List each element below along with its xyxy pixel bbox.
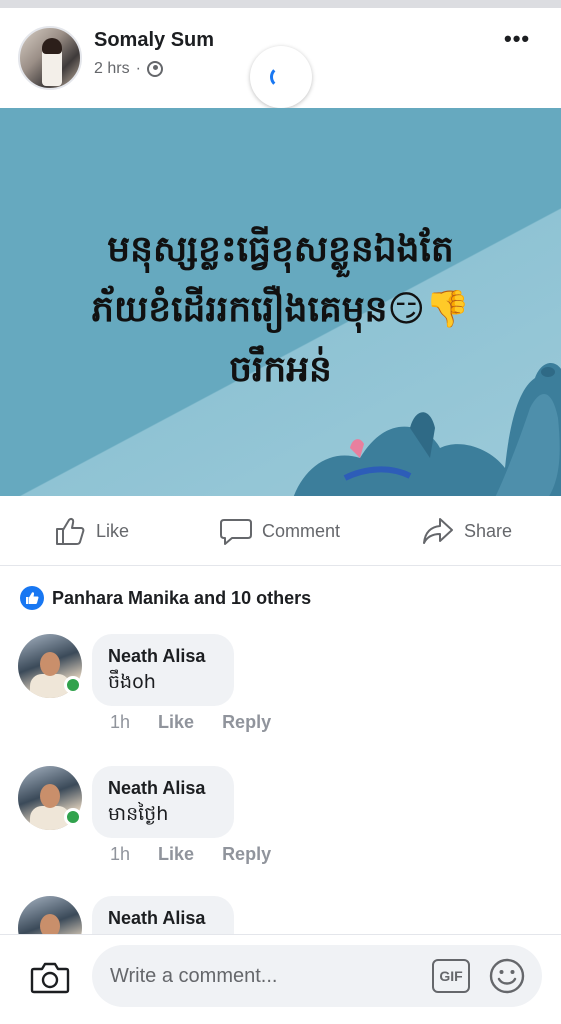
- comment-meta: 1h Like Reply: [110, 844, 271, 865]
- like-label: Like: [96, 520, 130, 541]
- comment-time: 1h: [110, 844, 131, 864]
- gif-button[interactable]: GIF: [432, 959, 470, 993]
- comment-input[interactable]: [92, 945, 542, 1007]
- commenter-name[interactable]: Neath Alisa: [108, 644, 216, 668]
- comment-bubble[interactable]: Neath Alisa មានថ្ងៃh: [92, 766, 234, 838]
- comment-reply-button[interactable]: Reply: [222, 844, 271, 865]
- camera-icon[interactable]: [30, 957, 70, 997]
- comment-bubble[interactable]: Neath Alisa ចឹងoh: [92, 634, 234, 706]
- comment-composer: GIF: [0, 934, 561, 1024]
- post-header: Somaly Sum 2 hrs · •••: [0, 8, 561, 108]
- loading-spinner: [250, 46, 312, 108]
- author-avatar[interactable]: [18, 26, 82, 90]
- thumbs-up-small-icon: [26, 592, 39, 604]
- share-label: Share: [464, 520, 513, 541]
- post-timestamp[interactable]: 2 hrs: [94, 60, 130, 78]
- comment-text: ចឹងoh: [108, 671, 156, 693]
- comment-like-button[interactable]: Like: [158, 712, 194, 733]
- online-status-dot: [64, 676, 82, 694]
- avatar-face: [40, 652, 60, 676]
- post-image-text-line: មនុស្សខ្លះធ្វើខុសខ្លួនឯងតែ: [107, 229, 454, 270]
- reactions-text: Panhara Manika and 10 others: [52, 587, 312, 608]
- emoji-icon[interactable]: [488, 957, 526, 995]
- post-meta: 2 hrs ·: [94, 60, 163, 78]
- top-status-strip: [0, 0, 561, 8]
- comment-text: មានថ្ងៃh: [108, 803, 169, 825]
- reactions-summary[interactable]: Panhara Manika and 10 others: [20, 586, 311, 610]
- dog-illustration: [293, 363, 561, 496]
- like-badge-icon: [20, 586, 44, 610]
- thumbs-up-icon: [56, 518, 85, 545]
- more-options-icon[interactable]: •••: [504, 28, 530, 50]
- avatar-hair: [42, 38, 62, 54]
- post-image-text-line: ភ័យខំដើររករឿងគេមុន😏👎: [91, 289, 470, 330]
- share-arrow-icon: [423, 518, 453, 544]
- share-button[interactable]: Share: [422, 516, 512, 546]
- comment-button[interactable]: Comment: [220, 516, 340, 546]
- comment-like-button[interactable]: Like: [158, 844, 194, 865]
- commenter-name[interactable]: Neath Alisa: [108, 776, 216, 800]
- author-name[interactable]: Somaly Sum: [94, 29, 214, 52]
- comment-meta: 1h Like Reply: [110, 712, 271, 733]
- commenter-name[interactable]: Neath Alisa: [108, 906, 216, 930]
- comment-time: 1h: [110, 712, 131, 732]
- like-button[interactable]: Like: [54, 516, 129, 546]
- avatar-face: [40, 784, 60, 808]
- post-image[interactable]: មនុស្សខ្លះធ្វើខុសខ្លួនឯងតែ ភ័យខំដើររករឿង…: [0, 108, 561, 496]
- spinner-arc-icon: [270, 66, 292, 88]
- post-actions-bar: Like Comment Share: [0, 496, 561, 566]
- comment-bubble-icon: [220, 519, 252, 545]
- meta-separator: ·: [135, 60, 141, 77]
- comment-reply-button[interactable]: Reply: [222, 712, 271, 733]
- online-status-dot: [64, 808, 82, 826]
- comment-label: Comment: [262, 520, 341, 541]
- globe-icon: [146, 61, 163, 77]
